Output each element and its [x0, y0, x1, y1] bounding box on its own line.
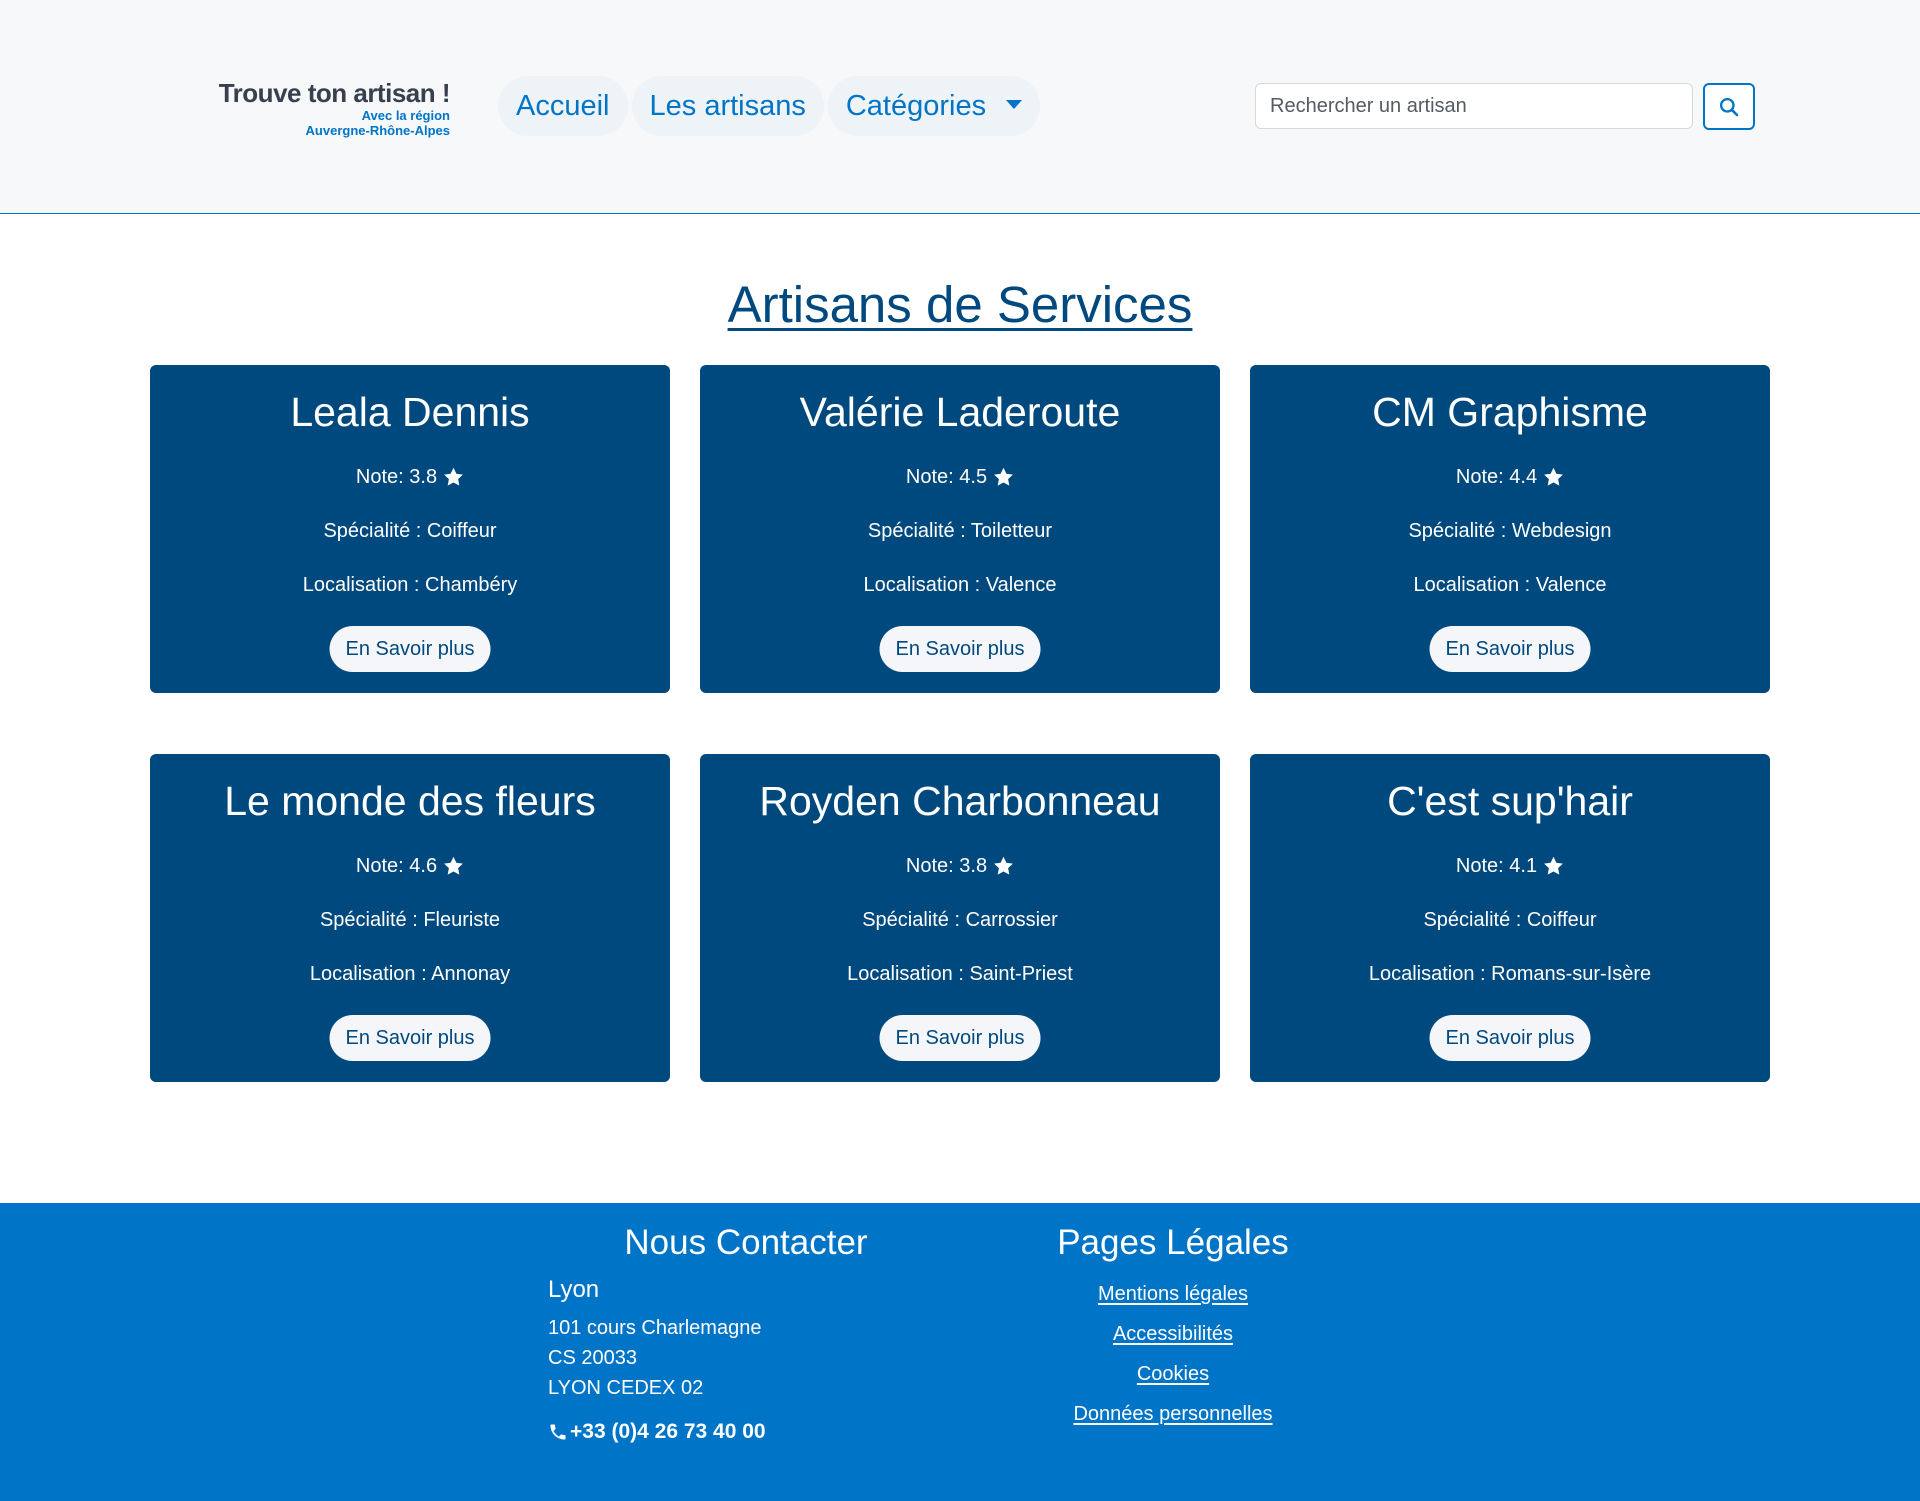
learn-more-button[interactable]: En Savoir plus: [329, 1015, 491, 1061]
page-title-text: Artisans de Services: [727, 276, 1193, 333]
learn-more-button[interactable]: En Savoir plus: [1429, 1015, 1591, 1061]
learn-more-button[interactable]: En Savoir plus: [329, 626, 491, 672]
artisan-rating: Note: 4.1: [1250, 854, 1770, 878]
page-title: Artisans de Services: [0, 270, 1920, 340]
artisan-location: Localisation : Annonay: [309, 963, 511, 985]
learn-more-button[interactable]: En Savoir plus: [879, 1015, 1041, 1061]
artisan-name: Leala Dennis: [290, 389, 530, 435]
contact-phone[interactable]: +33 (0)4 26 73 40 00: [548, 1420, 766, 1444]
artisan-card: CM Graphisme Note: 4.4 Spécialité : Webd…: [1250, 365, 1770, 693]
main-nav: Accueil Les artisans Catégories: [498, 76, 1041, 136]
artisan-rating: Note: 4.4: [1250, 465, 1770, 489]
search-button[interactable]: [1703, 83, 1755, 130]
star-icon: [1544, 467, 1563, 486]
star-icon: [444, 467, 463, 486]
artisan-specialty: Spécialité : Toiletteur: [867, 520, 1053, 542]
artisan-location: Localisation : Valence: [863, 574, 1057, 596]
nav-item-label: Accueil: [516, 89, 610, 122]
nav-item-label: Catégories: [845, 89, 987, 122]
logo-title: Trouve ton artisan !: [218, 78, 451, 108]
artisan-name: CM Graphisme: [1372, 389, 1648, 435]
star-icon: [994, 467, 1013, 486]
link-donnees-personnelles[interactable]: Données personnelles: [1012, 1402, 1334, 1426]
nav-item-accueil[interactable]: Accueil: [498, 76, 628, 136]
link-accessibilites[interactable]: Accessibilités: [1012, 1322, 1334, 1346]
artisan-specialty: Spécialité : Webdesign: [1408, 520, 1612, 542]
star-icon: [1544, 856, 1563, 875]
logo-subtitle-line1: Avec la région: [361, 108, 450, 123]
artisan-location: Localisation : Saint-Priest: [847, 963, 1073, 985]
link-mentions-legales[interactable]: Mentions légales: [1012, 1282, 1334, 1306]
star-icon: [444, 856, 463, 875]
rating-label: Note: 4.6: [355, 855, 438, 877]
artisan-card: Valérie Laderoute Note: 4.5 Spécialité :…: [700, 365, 1220, 693]
artisan-card: Royden Charbonneau Note: 3.8 Spécialité …: [700, 754, 1220, 1082]
site-logo[interactable]: Trouve ton artisan ! Avec la région Auve…: [193, 78, 451, 138]
logo-subtitle-line2: Auvergne-Rhône-Alpes: [305, 123, 450, 138]
artisan-rating: Note: 3.8: [700, 854, 1220, 878]
nav-item-les-artisans[interactable]: Les artisans: [631, 76, 824, 136]
artisan-rating: Note: 4.5: [700, 465, 1220, 489]
artisan-specialty: Spécialité : Coiffeur: [1423, 909, 1597, 931]
contact-city: Lyon: [548, 1276, 600, 1303]
nav-item-label: Les artisans: [649, 89, 806, 122]
artisan-card-grid: Leala Dennis Note: 3.8 Spécialité : Coif…: [150, 365, 1770, 1082]
star-icon: [994, 856, 1013, 875]
rating-label: Note: 3.8: [905, 855, 988, 877]
artisan-location: Localisation : Romans-sur-Isère: [1368, 963, 1652, 985]
rating-label: Note: 4.5: [905, 466, 988, 488]
artisan-rating: Note: 3.8: [150, 465, 670, 489]
artisan-card: Leala Dennis Note: 3.8 Spécialité : Coif…: [150, 365, 670, 693]
artisan-location: Localisation : Valence: [1413, 574, 1607, 596]
rating-label: Note: 4.4: [1455, 466, 1538, 488]
learn-more-button[interactable]: En Savoir plus: [1429, 626, 1591, 672]
rating-label: Note: 3.8: [355, 466, 438, 488]
artisan-rating: Note: 4.6: [150, 854, 670, 878]
artisan-name: Royden Charbonneau: [759, 778, 1161, 824]
artisan-specialty: Spécialité : Carrossier: [862, 909, 1058, 931]
artisan-name: Valérie Laderoute: [799, 389, 1121, 435]
site-footer: Nous Contacter Lyon 101 cours Charlemagn…: [0, 1203, 1920, 1501]
address-line: CS 20033: [548, 1347, 637, 1369]
site-header: Trouve ton artisan ! Avec la région Auve…: [0, 0, 1920, 214]
phone-number: +33 (0)4 26 73 40 00: [570, 1420, 766, 1443]
search-input[interactable]: [1255, 83, 1693, 129]
contact-heading: Nous Contacter: [624, 1223, 868, 1262]
learn-more-button[interactable]: En Savoir plus: [879, 626, 1041, 672]
link-cookies[interactable]: Cookies: [1012, 1362, 1334, 1386]
artisan-name: Le monde des fleurs: [224, 778, 596, 824]
caret-down-icon: [1006, 99, 1023, 109]
address-line: LYON CEDEX 02: [548, 1377, 704, 1399]
artisan-card: C'est sup'hair Note: 4.1 Spécialité : Co…: [1250, 754, 1770, 1082]
nav-item-categories-dropdown[interactable]: Catégories: [827, 76, 1041, 136]
phone-icon: [550, 1424, 566, 1440]
legal-heading: Pages Légales: [1057, 1223, 1289, 1262]
artisan-specialty: Spécialité : Fleuriste: [319, 909, 501, 931]
search-icon: [1719, 97, 1739, 116]
address-line: 101 cours Charlemagne: [548, 1317, 762, 1339]
rating-label: Note: 4.1: [1455, 855, 1538, 877]
artisan-specialty: Spécialité : Coiffeur: [323, 520, 497, 542]
artisan-location: Localisation : Chambéry: [302, 574, 518, 596]
artisan-card: Le monde des fleurs Note: 4.6 Spécialité…: [150, 754, 670, 1082]
artisan-name: C'est sup'hair: [1387, 778, 1633, 824]
